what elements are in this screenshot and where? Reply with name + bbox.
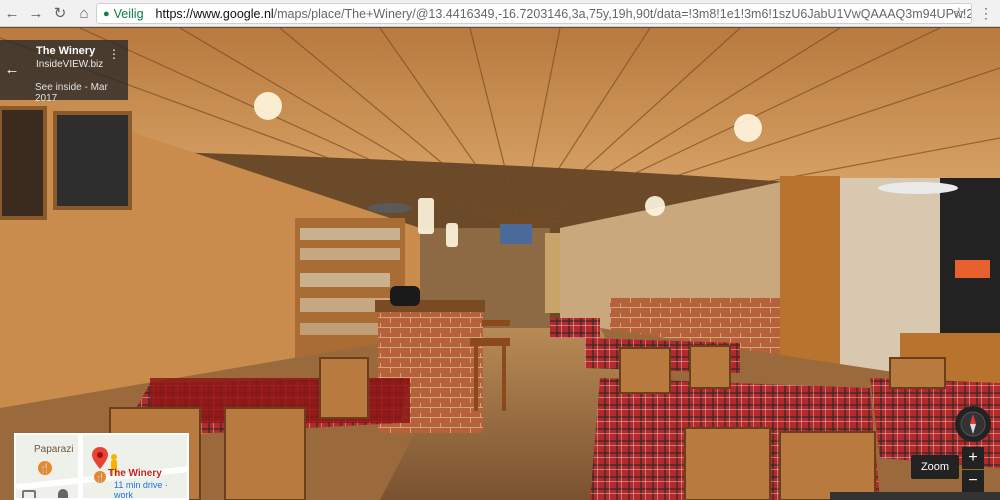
zoom-in-button[interactable]: + — [962, 447, 984, 469]
place-back-button[interactable]: ← — [4, 60, 20, 78]
place-info-card: ← The Winery InsideVIEW.biz See inside -… — [0, 40, 128, 104]
compass-icon — [960, 411, 986, 437]
place-name-label: The Winery — [108, 468, 162, 479]
reload-button[interactable]: ↻ — [48, 1, 72, 25]
back-arrow-icon: ← — [4, 4, 20, 22]
address-bar[interactable]: ● Veilig https://www.google.nl/maps/plac… — [96, 3, 972, 24]
home-button[interactable]: ⌂ — [72, 1, 96, 25]
panorama-image — [0, 28, 1000, 500]
url-domain: https://www.google.nl — [155, 6, 274, 21]
back-button[interactable]: ← — [0, 1, 24, 25]
url-path: /maps/place/The+Winery/@13.4416349,-16.7… — [273, 6, 972, 21]
compass-button[interactable] — [955, 406, 991, 442]
browser-menu-icon[interactable]: ⋮ — [978, 4, 994, 22]
mini-map[interactable]: Paparazi 🍴 🍴 The Winery 11 min drive · w… — [14, 433, 189, 500]
zoom-out-button[interactable]: − — [962, 470, 984, 492]
place-menu-icon[interactable]: ⋮ — [108, 46, 120, 62]
restaurant-icon[interactable]: 🍴 — [38, 461, 52, 475]
place-subtitle[interactable]: InsideVIEW.biz — [36, 59, 103, 70]
secure-label: Veilig — [113, 6, 144, 21]
location-pin-icon — [92, 447, 108, 469]
place-date: See inside - Mar 2017 — [35, 82, 108, 104]
expand-icon[interactable] — [22, 490, 36, 498]
bookmark-star-icon[interactable]: ☆ — [950, 4, 968, 22]
street-view-panorama[interactable] — [0, 28, 1000, 500]
lock-icon: ● — [103, 7, 110, 20]
place-title[interactable]: The Winery — [36, 45, 95, 57]
forward-arrow-icon: → — [28, 4, 44, 22]
zoom-tooltip: Zoom — [911, 455, 959, 479]
footer-bar — [830, 492, 1000, 500]
back-arrow-icon: ← — [4, 60, 20, 78]
drive-info: 11 min drive · work — [114, 480, 168, 500]
reload-icon: ↻ — [53, 5, 67, 22]
restaurant-icon[interactable]: 🍴 — [94, 471, 106, 483]
home-icon: ⌂ — [79, 4, 89, 22]
forward-button[interactable]: → — [24, 1, 48, 25]
poi-label: Paparazi — [34, 444, 74, 455]
map-road — [78, 435, 83, 498]
pegman-button-icon[interactable] — [58, 489, 68, 498]
